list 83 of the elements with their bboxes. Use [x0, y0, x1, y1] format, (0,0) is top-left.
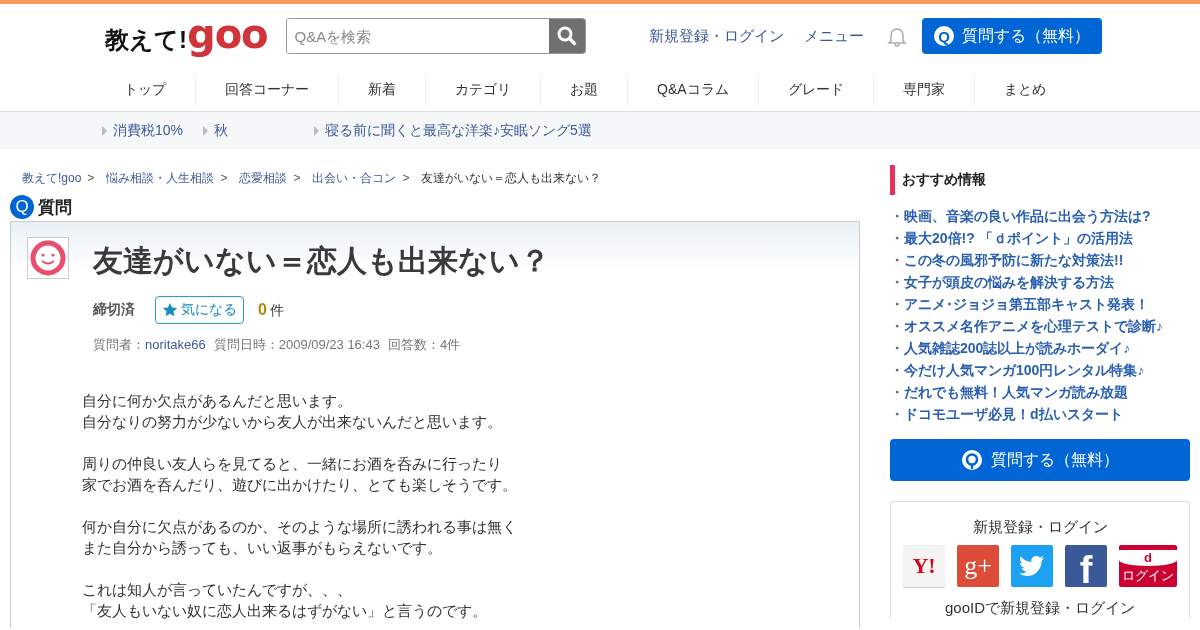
- watch-button[interactable]: 気になる: [155, 296, 244, 324]
- nav-tab[interactable]: カテゴリ: [425, 73, 540, 106]
- search-field[interactable]: Q&Aを検索: [285, 18, 586, 54]
- breadcrumb-link[interactable]: 出会い・合コン: [312, 169, 397, 187]
- star-icon: [162, 302, 178, 318]
- bell-icon[interactable]: [886, 25, 908, 47]
- recommend-link[interactable]: 女子が頭皮の悩みを解決する方法: [904, 271, 1114, 293]
- docomo-login-button[interactable]: d ログイン: [1119, 545, 1177, 587]
- breadcrumb-current: 友達がいない＝恋人も出来ない？: [421, 169, 602, 187]
- facebook-login-button[interactable]: f: [1065, 545, 1107, 587]
- question-text-line: 家でお酒を呑んだり、遊びに出かけたり、とても楽しそうです。: [82, 475, 517, 495]
- question-date: 質問日時：2009/09/23 16:43: [213, 336, 380, 354]
- bullet: ・: [890, 405, 904, 424]
- question-text-line: 自分に何か欠点があるんだと思います。: [82, 391, 352, 411]
- ask-question-button[interactable]: Q 質問する（無料）: [922, 18, 1102, 54]
- search-icon: [556, 26, 577, 46]
- google-login-button[interactable]: g+: [957, 545, 999, 587]
- breadcrumb-link[interactable]: 教えて!goo: [22, 169, 82, 187]
- breadcrumb-separator: >: [220, 171, 228, 185]
- question-text-line: 自分なりの努力が少ないから友人が出来ないんだと思います。: [82, 412, 502, 432]
- bullet: ・: [890, 317, 904, 336]
- bullet: ・: [890, 339, 904, 358]
- recommend-link[interactable]: オススメ名作アニメを心理テストで診断♪: [904, 315, 1163, 337]
- bullet: ・: [890, 207, 904, 226]
- asker-link[interactable]: noritake66: [145, 337, 206, 352]
- site-logo[interactable]: 教えて!goo: [105, 16, 268, 56]
- recommend-link[interactable]: だれでも無料！人気マンガ読み放題: [904, 381, 1128, 403]
- login-link[interactable]: 新規登録・ログイン: [649, 26, 784, 46]
- asker-label: 質問者：noritake66: [93, 336, 206, 354]
- section-title: 質問: [38, 196, 72, 219]
- trend-link[interactable]: 消費税10%: [102, 121, 184, 140]
- recommend-link[interactable]: 映画、音楽の良い作品に出会う方法は?: [904, 205, 1151, 227]
- breadcrumb-separator: >: [402, 171, 410, 185]
- gooid-login-link[interactable]: gooIDで新規登録・ログイン: [891, 599, 1189, 618]
- triangle-icon: [203, 125, 209, 136]
- nav-tab[interactable]: トップ: [95, 73, 195, 106]
- bullet: ・: [890, 295, 904, 314]
- nav-tab[interactable]: グレード: [757, 73, 873, 106]
- triangle-icon: [102, 125, 107, 136]
- bullet: ・: [890, 251, 904, 270]
- yahoo-login-button[interactable]: Y!: [903, 545, 945, 587]
- nav-tab[interactable]: Q&Aコラム: [627, 73, 758, 106]
- login-title: 新規登録・ログイン: [971, 518, 1109, 537]
- recommend-link[interactable]: ドコモユーザ必見！d払いスタート: [904, 403, 1123, 425]
- menu-link[interactable]: メニュー: [804, 26, 864, 46]
- recommend-heading: おすすめ情報: [890, 165, 1190, 195]
- recommend-link[interactable]: 最大20倍!? 「ｄポイント」の活用法: [904, 227, 1133, 249]
- twitter-login-button[interactable]: [1011, 545, 1053, 587]
- bullet: ・: [890, 273, 904, 292]
- question-text-line: 何か自分に欠点があるのか、そのような場所に誘われる事は無く: [82, 517, 517, 537]
- question-text-line: 周りの仲良い友人らを見てると、一緒にお酒を呑みに行ったり: [82, 454, 502, 474]
- question-text-line: これは知人が言っていたんですが、、、: [82, 580, 352, 600]
- nav-tab[interactable]: お題: [540, 73, 627, 106]
- nav-tab[interactable]: 専門家: [872, 73, 974, 106]
- trend-link[interactable]: 秋: [203, 121, 229, 140]
- nav-tab[interactable]: 回答コーナー: [195, 73, 338, 106]
- bullet: ・: [890, 229, 904, 248]
- answer-count: 回答数：4件: [387, 336, 461, 354]
- nav-tab[interactable]: 新着: [338, 73, 425, 106]
- breadcrumb-link[interactable]: 悩み相談・人生相談: [106, 169, 215, 187]
- bird-icon: [1019, 555, 1045, 577]
- ask-question-button[interactable]: 質問する（無料）: [890, 439, 1190, 481]
- breadcrumb-separator: >: [293, 171, 301, 185]
- recommend-link[interactable]: アニメ･ジョジョ第五部キャスト発表！: [904, 293, 1149, 315]
- question-text-line: また自分から誘っても、いい返事がもらえないです。: [82, 538, 442, 558]
- question-badge-icon: Q: [10, 195, 34, 219]
- question-bubble-icon: [961, 449, 983, 471]
- bullet: ・: [890, 383, 904, 402]
- triangle-icon: [314, 125, 320, 136]
- recommend-link[interactable]: この冬の風邪予防に新たな対策法!!: [904, 249, 1124, 271]
- nav-tab[interactable]: まとめ: [973, 73, 1075, 106]
- search-button[interactable]: [548, 19, 585, 53]
- recommend-link[interactable]: 人気雑誌200誌以上が読みホーダイ♪: [904, 337, 1131, 359]
- question-text-line: 「友人もいない奴に恋人出来るはずがない」と言うのです。: [82, 601, 487, 621]
- recommend-link[interactable]: 今だけ人気マンガ100円レンタル特集♪: [904, 359, 1145, 381]
- question-title: 友達がいない＝恋人も出来ない？: [93, 243, 551, 279]
- breadcrumb-link[interactable]: 恋愛相談: [239, 169, 288, 187]
- status-label: 締切済: [93, 301, 135, 319]
- avatar-icon: [27, 237, 69, 279]
- breadcrumb-separator: >: [87, 171, 95, 185]
- watch-count: 0 件: [258, 300, 284, 320]
- bullet: ・: [890, 361, 904, 380]
- trend-link[interactable]: 寝る前に聞くと最高な洋楽♪安眠ソング5選: [314, 121, 592, 140]
